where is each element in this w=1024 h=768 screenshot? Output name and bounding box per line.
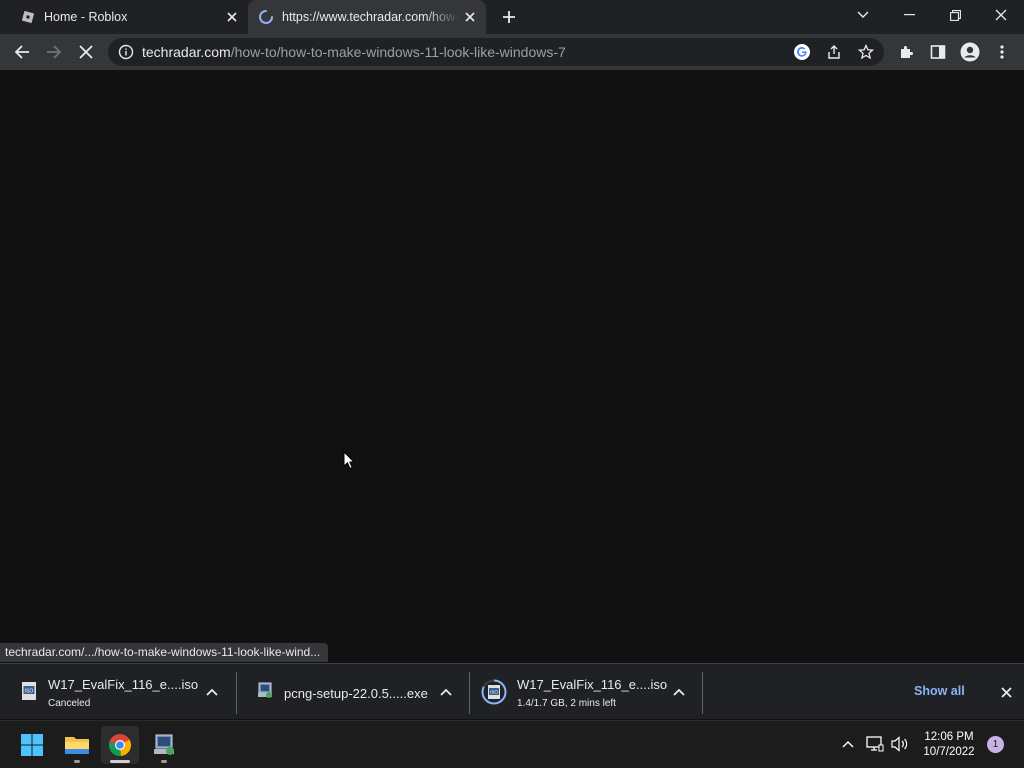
bookmark-star-icon[interactable]	[856, 42, 876, 62]
minimize-icon[interactable]	[886, 0, 932, 30]
download-divider	[702, 672, 703, 714]
url-host: techradar.com	[142, 44, 231, 60]
chevron-up-icon[interactable]	[436, 682, 456, 702]
download-status: Canceled	[48, 698, 91, 709]
network-icon[interactable]	[864, 733, 886, 755]
restore-icon[interactable]	[932, 0, 978, 30]
chevron-up-icon[interactable]	[669, 682, 689, 702]
share-icon[interactable]	[824, 42, 844, 62]
chrome-icon[interactable]	[101, 726, 139, 764]
google-lens-icon[interactable]	[792, 42, 812, 62]
start-icon[interactable]	[13, 726, 51, 764]
url-path: /how-to/how-to-make-windows-11-look-like…	[230, 44, 566, 60]
menu-kebab-icon[interactable]	[986, 36, 1018, 68]
clock-time: 12:06 PM	[924, 731, 974, 743]
status-bubble: techradar.com/.../how-to-make-windows-11…	[0, 643, 329, 662]
show-hidden-icons-icon[interactable]	[837, 733, 859, 755]
tab-techradar[interactable]: https://www.techradar.com/how-to/how-to-…	[248, 0, 486, 34]
close-tab-icon[interactable]	[460, 7, 480, 27]
running-indicator	[161, 760, 167, 763]
url-text[interactable]: techradar.com/how-to/how-to-make-windows…	[142, 44, 566, 60]
running-indicator	[110, 760, 130, 763]
volume-icon[interactable]	[889, 733, 911, 755]
download-shelf: ISO W17_EvalFix_116_e....iso Canceled pc…	[0, 663, 1024, 719]
forward-icon[interactable]	[38, 36, 70, 68]
download-status: 1.4/1.7 GB, 2 mins left	[517, 698, 616, 709]
close-tab-icon[interactable]	[222, 7, 242, 27]
svg-text:ISO: ISO	[490, 690, 498, 695]
stop-loading-icon[interactable]	[70, 36, 102, 68]
installer-file-icon	[256, 681, 276, 701]
extensions-icon[interactable]	[890, 36, 922, 68]
address-bar[interactable]: techradar.com/how-to/how-to-make-windows…	[108, 38, 884, 66]
download-item[interactable]: pcng-setup-22.0.5.....exe	[236, 664, 469, 720]
site-info-icon[interactable]	[118, 44, 134, 60]
side-panel-icon[interactable]	[922, 36, 954, 68]
tab-title: Home - Roblox	[44, 10, 128, 24]
show-all-downloads-link[interactable]: Show all	[914, 684, 965, 698]
close-shelf-icon[interactable]	[996, 682, 1016, 702]
tab-roblox[interactable]: Home - Roblox	[8, 0, 248, 34]
file-explorer-icon[interactable]	[58, 726, 96, 764]
windows-taskbar: 12:06 PM 10/7/2022	[0, 720, 1024, 768]
new-tab-icon[interactable]	[498, 6, 520, 28]
download-filename: W17_EvalFix_116_e....iso	[517, 677, 668, 692]
download-item[interactable]: ISO W17_EvalFix_116_e....iso Canceled	[0, 664, 236, 720]
svg-text:ISO: ISO	[25, 689, 34, 695]
tab-title: https://www.techradar.com/how-to/how-to-…	[282, 10, 460, 24]
close-window-icon[interactable]	[978, 0, 1024, 30]
download-progress-ring: ISO	[481, 679, 507, 705]
page-viewport[interactable]	[0, 70, 1024, 663]
system-clock[interactable]: 12:06 PM 10/7/2022	[916, 730, 982, 760]
tab-strip: Home - Roblox https://www.techradar.com/…	[0, 0, 1024, 34]
notification-badge[interactable]: 1	[987, 736, 1004, 753]
installer-app-icon[interactable]	[145, 726, 183, 764]
running-indicator	[74, 760, 80, 763]
iso-file-icon: ISO	[20, 681, 40, 701]
download-item[interactable]: ISO W17_EvalFix_116_e....iso 1.4/1.7 GB,…	[469, 664, 702, 720]
download-filename: pcng-setup-22.0.5.....exe	[284, 686, 428, 701]
browser-toolbar: techradar.com/how-to/how-to-make-windows…	[0, 34, 1024, 70]
back-icon[interactable]	[6, 36, 38, 68]
loading-spinner-icon	[258, 9, 274, 25]
clock-date: 10/7/2022	[923, 746, 975, 758]
mouse-cursor-icon	[343, 450, 356, 475]
tab-search-icon[interactable]	[840, 0, 886, 30]
roblox-icon	[20, 9, 36, 25]
profile-icon[interactable]	[954, 36, 986, 68]
download-filename: W17_EvalFix_116_e....iso	[48, 677, 199, 692]
chevron-up-icon[interactable]	[202, 682, 222, 702]
